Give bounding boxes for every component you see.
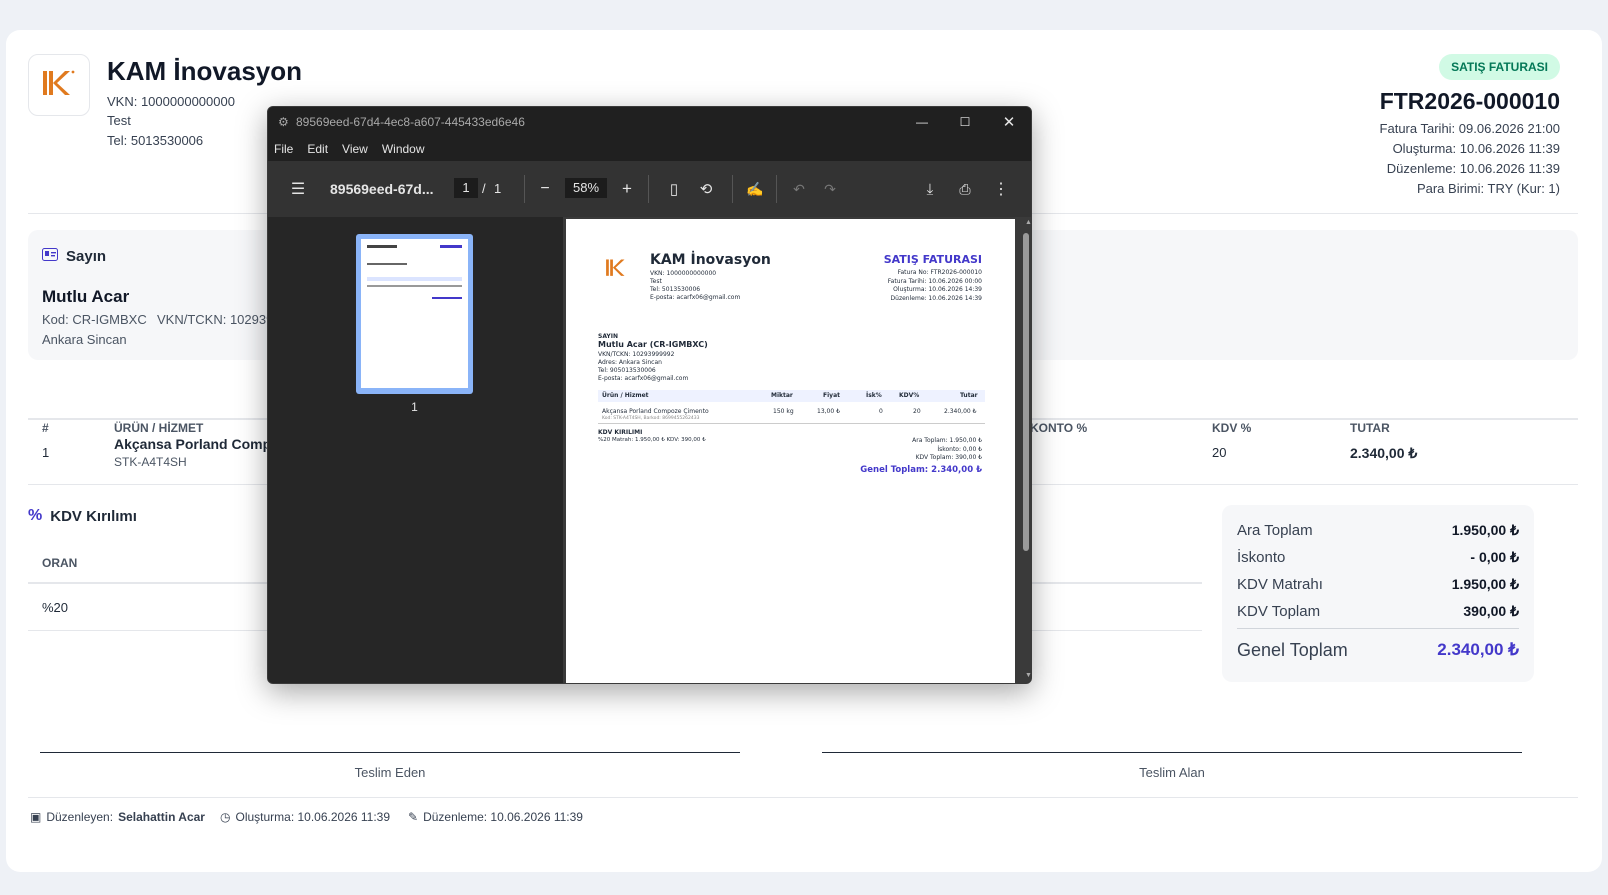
- kdv-rate: %20: [42, 600, 69, 615]
- company-vkn: VKN: 1000000000000: [107, 94, 235, 109]
- id-card-icon: [42, 248, 58, 265]
- customer-name: Mutlu Acar: [42, 287, 130, 306]
- minimize-icon[interactable]: —: [911, 111, 933, 133]
- menu-view[interactable]: View: [342, 142, 368, 156]
- download-icon[interactable]: ⤓: [920, 179, 940, 199]
- footer-edited: ✎ Düzenleme: 10.06.2026 11:39: [408, 810, 583, 824]
- menu-window[interactable]: Window: [382, 142, 425, 156]
- discount-row: İskonto - 0,00 ₺: [1237, 549, 1519, 566]
- percent-icon: %: [28, 507, 43, 524]
- row-product: Akçansa Porland Compo: [114, 436, 280, 452]
- redo-icon[interactable]: ↷: [820, 179, 840, 199]
- col-vat: KDV %: [1212, 421, 1252, 435]
- maximize-icon[interactable]: ☐: [954, 111, 976, 133]
- zoom-input[interactable]: 58%: [565, 178, 607, 198]
- menu-icon[interactable]: ☰: [288, 179, 308, 199]
- draw-icon[interactable]: ✍: [745, 179, 765, 199]
- more-icon[interactable]: ⋮: [991, 179, 1011, 199]
- pdf-toolbar: ☰ 89569eed-67d... 1 / 1 − 58% + ▯ ⟲ ✍ ↶ …: [268, 161, 1031, 217]
- window-title: 89569eed-67d4-4ec8-a607-445433ed6e46: [296, 115, 525, 129]
- row-code: STK-A4T4SH: [114, 455, 187, 469]
- vat-total-row: KDV Toplam 390,00 ₺: [1237, 603, 1519, 620]
- doc-title: 89569eed-67d...: [330, 181, 434, 197]
- col-product: ÜRÜN / HİZMET: [114, 421, 204, 435]
- footer-editor: ▣ Düzenleyen: Selahattin Acar: [30, 810, 205, 824]
- customer-title: Sayın: [42, 248, 106, 265]
- grand-total-row: Genel Toplam 2.340,00 ₺: [1237, 640, 1519, 660]
- subtotal-row: Ara Toplam 1.950,00 ₺: [1237, 522, 1519, 539]
- scrollbar[interactable]: ▲ ▼: [1022, 219, 1031, 679]
- kdv-title: % KDV Kırılımı: [28, 507, 137, 525]
- signature-right: Teslim Alan: [1139, 765, 1205, 780]
- status-badge: SATIŞ FATURASI: [1439, 54, 1560, 80]
- thumbnail-sidebar: 1: [268, 217, 563, 683]
- zoom-out-icon[interactable]: −: [535, 179, 555, 199]
- zoom-in-icon[interactable]: +: [617, 179, 637, 199]
- invoice-edited: Düzenleme: 10.06.2026 11:39: [1386, 161, 1560, 176]
- col-total: TUTAR: [1350, 421, 1390, 435]
- thumbnail-label: 1: [411, 400, 418, 414]
- app-icon: ⚙: [278, 115, 289, 129]
- edit-icon: ✎: [408, 810, 419, 824]
- clock-icon: ◷: [220, 810, 231, 824]
- invoice-date: Fatura Tarihi: 09.06.2026 21:00: [1379, 121, 1560, 136]
- col-discount: KONTO %: [1030, 421, 1088, 435]
- menu-edit[interactable]: Edit: [307, 142, 328, 156]
- undo-icon[interactable]: ↶: [789, 179, 809, 199]
- customer-city: Ankara Sincan: [42, 332, 127, 347]
- page-thumbnail[interactable]: [356, 234, 473, 394]
- page-total: 1: [494, 181, 502, 196]
- invoice-created: Oluşturma: 10.06.2026 11:39: [1392, 141, 1560, 156]
- company-logo: [28, 54, 90, 116]
- menu-bar: File Edit View Window: [268, 137, 1031, 161]
- row-vat: 20: [1212, 445, 1227, 460]
- pdf-viewer: KAM İnovasyon VKN: 1000000000000 Test Tel:…: [563, 217, 1031, 683]
- rotate-icon[interactable]: ⟲: [696, 179, 716, 199]
- fit-page-icon[interactable]: ▯: [664, 179, 684, 199]
- pdf-viewer-window[interactable]: ⚙ 89569eed-67d4-4ec8-a607-445433ed6e46 —…: [267, 106, 1032, 684]
- invoice-currency: Para Birimi: TRY (Kur: 1): [1416, 181, 1560, 196]
- user-icon: ▣: [30, 810, 42, 824]
- signature-left: Teslim Eden: [354, 765, 426, 780]
- close-icon[interactable]: ✕: [998, 111, 1020, 133]
- pdf-logo-icon: [606, 259, 625, 276]
- page-input[interactable]: 1: [454, 178, 478, 198]
- kdv-col-rate: ORAN: [42, 556, 78, 570]
- footer-created: ◷ Oluşturma: 10.06.2026 11:39: [220, 810, 391, 824]
- invoice-number: FTR2026-000010: [1379, 88, 1560, 114]
- company-name: KAM İnovasyon: [107, 56, 303, 86]
- pdf-page: KAM İnovasyon VKN: 1000000000000 Test Tel:…: [566, 219, 1015, 683]
- col-no: #: [42, 421, 49, 435]
- base-row: KDV Matrahı 1.950,00 ₺: [1237, 576, 1519, 593]
- row-no: 1: [42, 445, 50, 460]
- customer-code: Kod: CR-IGMBXC: [42, 312, 147, 327]
- menu-file[interactable]: File: [274, 142, 293, 156]
- company-line: Test: [107, 113, 131, 128]
- row-total: 2.340,00 ₺: [1350, 445, 1418, 461]
- company-tel: Tel: 5013530006: [107, 133, 204, 148]
- title-bar[interactable]: ⚙ 89569eed-67d4-4ec8-a607-445433ed6e46 —…: [268, 107, 1031, 137]
- customer-vkn: VKN/TCKN: 102939: [157, 312, 274, 327]
- print-icon[interactable]: ⎙: [955, 179, 975, 199]
- totals-panel: Ara Toplam 1.950,00 ₺ İskonto - 0,00 ₺ KDV…: [1222, 505, 1534, 682]
